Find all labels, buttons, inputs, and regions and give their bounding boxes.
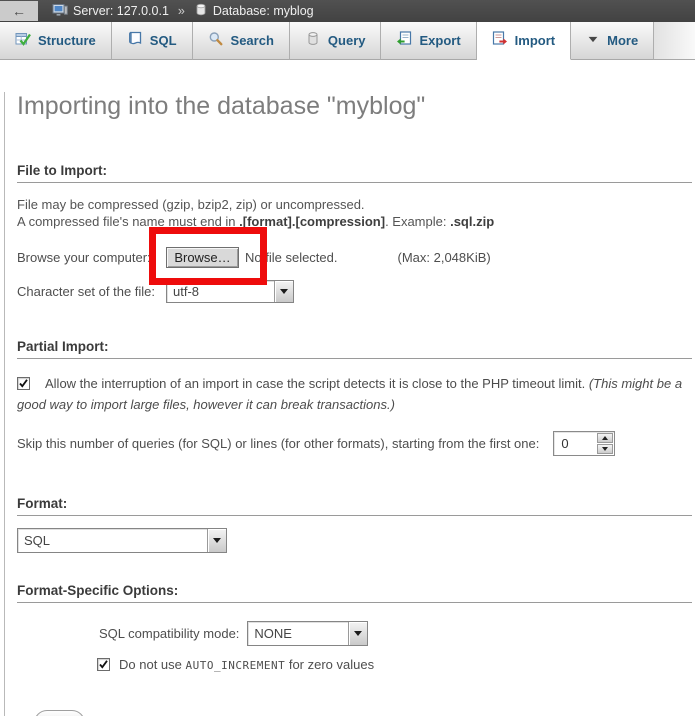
tab-structure[interactable]: Structure: [0, 22, 112, 60]
tab-more[interactable]: More: [571, 22, 654, 60]
format-select-arrow-icon[interactable]: [207, 529, 226, 552]
auto-increment-row: Do not use AUTO_INCREMENT for zero value…: [17, 657, 692, 672]
format-select[interactable]: SQL: [17, 528, 227, 553]
breadcrumb-separator: »: [178, 4, 185, 18]
tab-label: Structure: [38, 33, 96, 48]
browse-button[interactable]: Browse…: [166, 247, 239, 268]
database-icon: [194, 2, 208, 20]
server-icon: [52, 2, 68, 21]
skip-queries-spinner[interactable]: 0: [553, 431, 615, 456]
go-button[interactable]: Go: [34, 710, 85, 716]
sql-compatibility-value: NONE: [248, 622, 348, 645]
tab-sql[interactable]: SQL: [112, 22, 193, 60]
search-icon: [208, 31, 224, 50]
tab-query[interactable]: Query: [290, 22, 382, 60]
tab-search[interactable]: Search: [193, 22, 290, 60]
sql-compatibility-select[interactable]: NONE: [247, 621, 368, 646]
format-row: SQL: [17, 528, 692, 553]
skip-queries-label: Skip this number of queries (for SQL) or…: [17, 436, 539, 451]
tab-bar: Structure SQL Search Query: [0, 22, 695, 60]
query-icon: [305, 31, 321, 50]
tab-label: Import: [515, 33, 555, 48]
tab-import[interactable]: Import: [477, 22, 571, 60]
breadcrumb-bar: ← Server: 127.0.0.1 » Database: myblog: [0, 0, 695, 22]
allow-interruption-row: Allow the interruption of an import in c…: [17, 373, 685, 415]
no-file-selected-text: No file selected.: [245, 250, 338, 265]
format-select-value: SQL: [18, 529, 207, 552]
file-import-description: File may be compressed (gzip, bzip2, zip…: [17, 196, 692, 230]
sql-compatibility-label: SQL compatibility mode:: [99, 626, 239, 641]
breadcrumb: Server: 127.0.0.1 » Database: myblog: [52, 2, 314, 21]
tab-export[interactable]: Export: [381, 22, 476, 60]
skip-queries-row: Skip this number of queries (for SQL) or…: [17, 431, 692, 456]
charset-select-arrow-icon[interactable]: [274, 281, 293, 302]
section-heading-partial-import: Partial Import:: [17, 339, 692, 359]
browse-file-row: Browse your computer: Browse… No file se…: [17, 247, 692, 268]
charset-label: Character set of the file:: [17, 284, 166, 299]
sql-compatibility-arrow-icon[interactable]: [348, 622, 367, 645]
allow-interruption-label: Allow the interruption of an import in c…: [45, 376, 589, 391]
skip-queries-value: 0: [554, 432, 596, 455]
spinner-up-icon[interactable]: [597, 433, 613, 443]
breadcrumb-server[interactable]: Server: 127.0.0.1: [73, 4, 169, 18]
chevron-down-icon: [586, 32, 600, 49]
structure-icon: [15, 31, 31, 50]
sql-icon: [127, 31, 143, 50]
section-heading-format: Format:: [17, 496, 692, 516]
tab-bar-filler: [654, 22, 695, 60]
spinner-down-icon[interactable]: [597, 444, 613, 454]
charset-row: Character set of the file: utf-8: [17, 280, 692, 303]
back-button[interactable]: ←: [0, 1, 38, 21]
import-icon: [492, 31, 508, 50]
section-heading-file-to-import: File to Import:: [17, 163, 692, 183]
allow-interruption-checkbox[interactable]: [17, 377, 30, 390]
tab-label: Search: [231, 33, 274, 48]
main-content: Importing into the database "myblog" Fil…: [4, 92, 695, 716]
max-size-note: (Max: 2,048KiB): [398, 250, 491, 265]
auto-increment-code: AUTO_INCREMENT: [186, 659, 286, 672]
browse-label: Browse your computer:: [17, 250, 166, 265]
filename-format-line: A compressed file's name must end in .[f…: [17, 213, 692, 230]
tab-label: SQL: [150, 33, 177, 48]
auto-increment-checkbox[interactable]: [97, 658, 110, 671]
section-heading-format-specific-options: Format-Specific Options:: [17, 583, 692, 603]
back-arrow-icon: ←: [12, 4, 26, 18]
export-icon: [396, 31, 412, 50]
page-title: Importing into the database "myblog": [17, 92, 692, 121]
charset-select[interactable]: utf-8: [166, 280, 294, 303]
tab-label: More: [607, 33, 638, 48]
compression-info-line: File may be compressed (gzip, bzip2, zip…: [17, 196, 692, 213]
breadcrumb-database[interactable]: Database: myblog: [213, 4, 314, 18]
spinner-buttons: [596, 432, 614, 455]
tab-label: Query: [328, 33, 366, 48]
auto-increment-label: Do not use AUTO_INCREMENT for zero value…: [119, 657, 374, 672]
sql-compatibility-row: SQL compatibility mode: NONE: [17, 621, 692, 646]
tab-label: Export: [419, 33, 460, 48]
charset-select-value: utf-8: [167, 281, 274, 302]
